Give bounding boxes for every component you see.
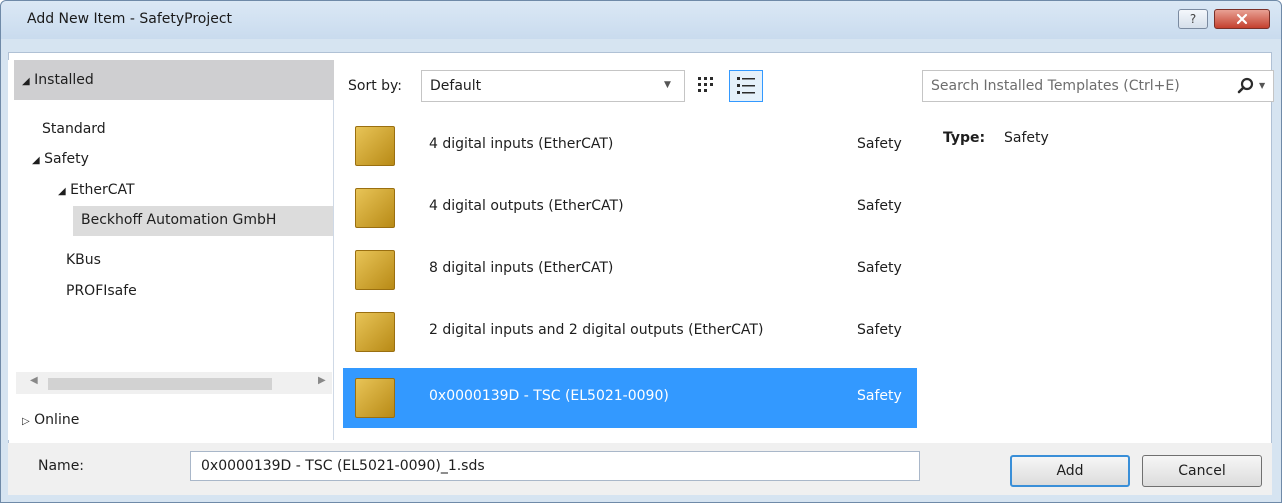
template-category: Safety	[857, 198, 902, 214]
template-category: Safety	[857, 322, 902, 338]
tree-item-beckhoff[interactable]: Beckhoff Automation GmbH	[81, 212, 276, 228]
expanded-triangle-icon: ◢	[32, 155, 40, 166]
title-bar: Add New Item - SafetyProject ?	[1, 1, 1281, 39]
template-item-row[interactable]: 8 digital inputs (EtherCAT) Safety	[343, 240, 917, 300]
template-category: Safety	[857, 260, 902, 276]
template-name: 0x0000139D - TSC (EL5021-0090)	[429, 388, 669, 404]
type-value: Safety	[1004, 130, 1049, 146]
search-icon[interactable]	[1236, 76, 1256, 96]
tree-item-online[interactable]: ▷ Online	[22, 412, 79, 428]
safety-terminal-icon	[355, 378, 395, 418]
scroll-right-icon[interactable]: ▶	[318, 375, 326, 386]
search-placeholder: Search Installed Templates (Ctrl+E)	[931, 78, 1180, 94]
add-button[interactable]: Add	[1010, 455, 1130, 487]
template-category: Safety	[857, 388, 902, 404]
tree-item-profisafe[interactable]: PROFIsafe	[66, 283, 137, 299]
medium-icons-view-icon[interactable]	[695, 74, 717, 96]
scroll-left-icon[interactable]: ◀	[30, 375, 38, 386]
template-name: 4 digital inputs (EtherCAT)	[429, 136, 614, 152]
tree-item-kbus[interactable]: KBus	[66, 252, 101, 268]
template-category: Safety	[857, 136, 902, 152]
tree-item-standard[interactable]: Standard	[42, 121, 106, 137]
safety-terminal-icon	[355, 250, 395, 290]
template-item-row-selected[interactable]: 0x0000139D - TSC (EL5021-0090) Safety	[343, 368, 917, 428]
template-name: 4 digital outputs (EtherCAT)	[429, 198, 624, 214]
safety-terminal-icon	[355, 126, 395, 166]
sort-by-label: Sort by:	[348, 78, 403, 94]
safety-terminal-icon	[355, 188, 395, 228]
scrollbar-thumb[interactable]	[48, 378, 272, 390]
template-item-row[interactable]: 4 digital outputs (EtherCAT) Safety	[343, 178, 917, 238]
search-dropdown-icon[interactable]: ▼	[1259, 81, 1265, 90]
details-view-icon	[737, 77, 755, 94]
collapsed-triangle-icon: ▷	[22, 416, 30, 427]
sort-by-value: Default	[430, 78, 482, 94]
template-item-row[interactable]: 2 digital inputs and 2 digital outputs (…	[343, 302, 917, 362]
tree-item-safety[interactable]: ◢ Safety	[32, 151, 89, 167]
safety-terminal-icon	[355, 312, 395, 352]
template-name: 2 digital inputs and 2 digital outputs (…	[429, 322, 764, 338]
name-label: Name:	[38, 458, 85, 474]
expanded-triangle-icon: ◢	[58, 186, 66, 197]
details-view-button[interactable]	[729, 70, 763, 102]
help-icon: ?	[1189, 12, 1197, 26]
close-button[interactable]	[1214, 9, 1270, 29]
type-label: Type:	[943, 130, 986, 146]
close-icon	[1236, 13, 1248, 25]
dialog-title: Add New Item - SafetyProject	[27, 11, 233, 27]
name-input[interactable]	[190, 451, 920, 481]
template-name: 8 digital inputs (EtherCAT)	[429, 260, 614, 276]
installed-label[interactable]: ◢ Installed	[22, 72, 94, 88]
cancel-button[interactable]: Cancel	[1142, 455, 1262, 487]
help-button[interactable]: ?	[1178, 9, 1208, 29]
template-item-row[interactable]: 4 digital inputs (EtherCAT) Safety	[343, 116, 917, 176]
dropdown-arrow-icon: ▼	[664, 80, 671, 90]
expanded-triangle-icon: ◢	[22, 76, 30, 87]
tree-item-ethercat[interactable]: ◢ EtherCAT	[58, 182, 135, 198]
